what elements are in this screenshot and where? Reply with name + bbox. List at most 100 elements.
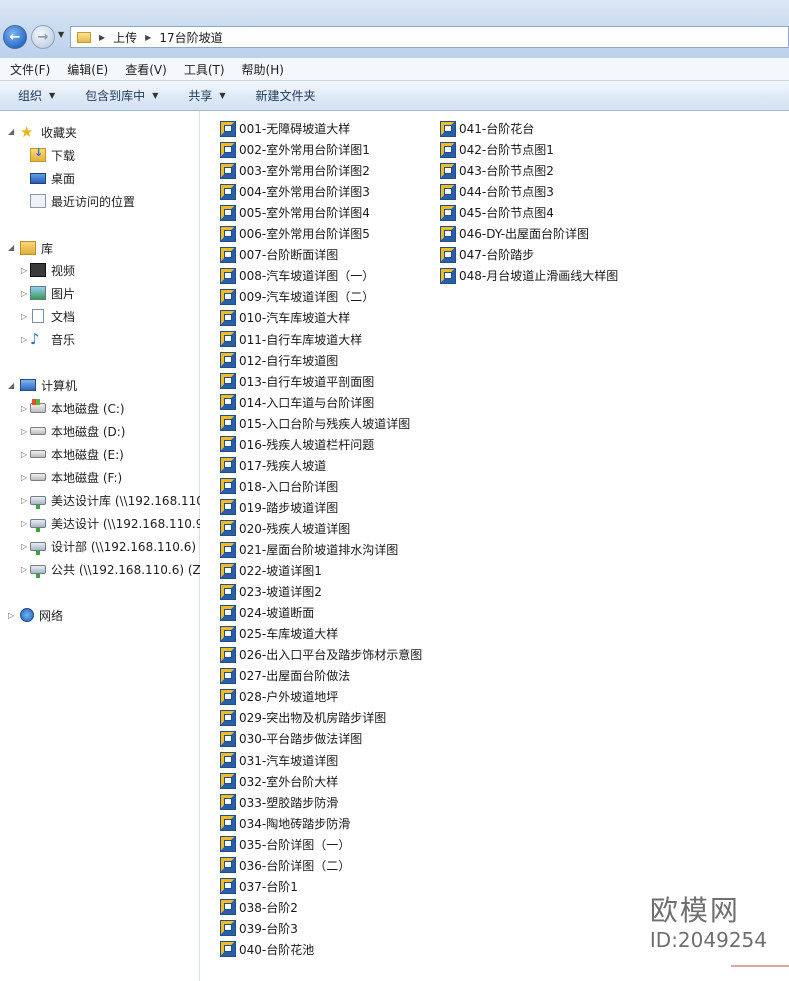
menu-file[interactable]: 文件(F) bbox=[10, 61, 50, 78]
expand-triangle-icon[interactable]: ▷ bbox=[21, 450, 27, 459]
file-item[interactable]: 031-汽车坡道详图 bbox=[220, 750, 338, 771]
share-button[interactable]: 共享 ▼ bbox=[188, 87, 225, 104]
file-item[interactable]: 043-台阶节点图2 bbox=[440, 160, 554, 181]
file-item[interactable]: 027-出屋面台阶做法 bbox=[220, 665, 350, 686]
file-item[interactable]: 046-DY-出屋面台阶详图 bbox=[440, 223, 589, 244]
file-item[interactable]: 012-自行车坡道图 bbox=[220, 350, 338, 371]
new-folder-button[interactable]: 新建文件夹 bbox=[256, 87, 316, 104]
nav-libraries[interactable]: 库 bbox=[20, 238, 53, 258]
file-item[interactable]: 040-台阶花池 bbox=[220, 939, 314, 960]
file-item[interactable]: 036-台阶详图（二） bbox=[220, 855, 350, 876]
file-item[interactable]: 004-室外常用台阶详图3 bbox=[220, 181, 370, 202]
chevron-right-icon[interactable]: ▶ bbox=[99, 33, 105, 42]
nav-drive-f[interactable]: 本地磁盘 (F:) bbox=[30, 467, 122, 487]
file-item[interactable]: 008-汽车坡道详图（一） bbox=[220, 265, 374, 286]
chevron-right-icon[interactable]: ▶ bbox=[145, 33, 151, 42]
file-item[interactable]: 006-室外常用台阶详图5 bbox=[220, 223, 370, 244]
breadcrumb[interactable]: ▶ 上传 ▶ 17台阶坡道 bbox=[70, 26, 789, 48]
file-item[interactable]: 044-台阶节点图3 bbox=[440, 181, 554, 202]
expand-triangle-icon[interactable]: ▷ bbox=[8, 611, 14, 620]
nav-network-drive[interactable]: 美达设计库 (\\192.168.110 bbox=[30, 490, 204, 510]
expand-triangle-icon[interactable]: ▷ bbox=[21, 565, 27, 574]
file-item[interactable]: 009-汽车坡道详图（二） bbox=[220, 286, 374, 307]
nav-drive-d[interactable]: 本地磁盘 (D:) bbox=[30, 421, 125, 441]
file-item[interactable]: 025-车库坡道大样 bbox=[220, 623, 338, 644]
file-item[interactable]: 029-突出物及机房踏步详图 bbox=[220, 707, 386, 728]
menu-tools[interactable]: 工具(T) bbox=[184, 61, 225, 78]
menu-help[interactable]: 帮助(H) bbox=[242, 61, 284, 78]
file-item[interactable]: 030-平台踏步做法详图 bbox=[220, 728, 362, 749]
file-item[interactable]: 019-踏步坡道详图 bbox=[220, 497, 338, 518]
nav-item-videos[interactable]: 视频 bbox=[30, 260, 75, 280]
file-item[interactable]: 042-台阶节点图1 bbox=[440, 139, 554, 160]
include-in-library-button[interactable]: 包含到库中 ▼ bbox=[85, 87, 158, 104]
file-item[interactable]: 010-汽车库坡道大样 bbox=[220, 307, 350, 328]
menu-view[interactable]: 查看(V) bbox=[125, 61, 167, 78]
file-item[interactable]: 001-无障碍坡道大样 bbox=[220, 118, 350, 139]
nav-network-drive[interactable]: 设计部 (\\192.168.110.6) ( bbox=[30, 536, 205, 556]
file-item[interactable]: 014-入口车道与台阶详图 bbox=[220, 392, 374, 413]
file-item[interactable]: 020-残疾人坡道详图 bbox=[220, 518, 350, 539]
expand-triangle-icon[interactable]: ▷ bbox=[21, 335, 27, 344]
collapse-triangle-icon[interactable]: ◢ bbox=[8, 127, 14, 136]
nav-item-desktop[interactable]: 桌面 bbox=[30, 168, 75, 188]
file-item[interactable]: 047-台阶踏步 bbox=[440, 244, 534, 265]
back-button[interactable]: ← bbox=[3, 25, 27, 49]
file-item[interactable]: 015-入口台阶与残疾人坡道详图 bbox=[220, 413, 410, 434]
file-item[interactable]: 003-室外常用台阶详图2 bbox=[220, 160, 370, 181]
file-item[interactable]: 037-台阶1 bbox=[220, 876, 298, 897]
nav-item-recent-places[interactable]: 最近访问的位置 bbox=[30, 191, 135, 211]
organize-button[interactable]: 组织 ▼ bbox=[18, 87, 55, 104]
breadcrumb-item[interactable]: 上传 bbox=[113, 29, 137, 46]
expand-triangle-icon[interactable]: ▷ bbox=[21, 404, 27, 413]
file-item[interactable]: 013-自行车坡道平剖面图 bbox=[220, 371, 374, 392]
collapse-triangle-icon[interactable]: ◢ bbox=[8, 243, 14, 252]
file-item[interactable]: 035-台阶详图（一） bbox=[220, 834, 350, 855]
expand-triangle-icon[interactable]: ▷ bbox=[21, 496, 27, 505]
file-item[interactable]: 048-月台坡道止滑画线大样图 bbox=[440, 265, 618, 286]
file-item[interactable]: 021-屋面台阶坡道排水沟详图 bbox=[220, 539, 398, 560]
nav-network[interactable]: 网络 bbox=[20, 605, 63, 625]
nav-network-drive[interactable]: 美达设计 (\\192.168.110.9) bbox=[30, 513, 208, 533]
nav-computer[interactable]: 计算机 bbox=[20, 375, 77, 395]
file-item[interactable]: 045-台阶节点图4 bbox=[440, 202, 554, 223]
nav-item-documents[interactable]: 文档 bbox=[30, 306, 75, 326]
nav-favorites[interactable]: ★ 收藏夹 bbox=[20, 122, 77, 142]
file-item[interactable]: 007-台阶断面详图 bbox=[220, 244, 338, 265]
expand-triangle-icon[interactable]: ▷ bbox=[21, 542, 27, 551]
nav-item-music[interactable]: ♪ 音乐 bbox=[30, 329, 75, 349]
file-item[interactable]: 028-户外坡道地坪 bbox=[220, 686, 338, 707]
collapse-triangle-icon[interactable]: ◢ bbox=[8, 381, 14, 390]
recent-pages-dropdown-icon[interactable]: ▼ bbox=[58, 30, 64, 39]
expand-triangle-icon[interactable]: ▷ bbox=[21, 312, 27, 321]
file-item[interactable]: 017-残疾人坡道 bbox=[220, 455, 326, 476]
file-item[interactable]: 033-塑胶踏步防滑 bbox=[220, 792, 338, 813]
expand-triangle-icon[interactable]: ▷ bbox=[21, 473, 27, 482]
file-item[interactable]: 041-台阶花台 bbox=[440, 118, 534, 139]
nav-drive-e[interactable]: 本地磁盘 (E:) bbox=[30, 444, 124, 464]
file-item[interactable]: 016-残疾人坡道栏杆问题 bbox=[220, 434, 374, 455]
file-item[interactable]: 034-陶地砖踏步防滑 bbox=[220, 813, 350, 834]
nav-drive-c[interactable]: 本地磁盘 (C:) bbox=[30, 398, 125, 418]
file-item[interactable]: 011-自行车库坡道大样 bbox=[220, 329, 362, 350]
file-item[interactable]: 038-台阶2 bbox=[220, 897, 298, 918]
file-item[interactable]: 032-室外台阶大样 bbox=[220, 771, 338, 792]
expand-triangle-icon[interactable]: ▷ bbox=[21, 519, 27, 528]
file-item[interactable]: 022-坡道详图1 bbox=[220, 560, 322, 581]
file-item[interactable]: 024-坡道断面 bbox=[220, 602, 314, 623]
nav-item-pictures[interactable]: 图片 bbox=[30, 283, 75, 303]
expand-triangle-icon[interactable]: ▷ bbox=[21, 427, 27, 436]
nav-item-downloads[interactable]: 下载 bbox=[30, 145, 75, 165]
breadcrumb-item[interactable]: 17台阶坡道 bbox=[159, 29, 222, 46]
expand-triangle-icon[interactable]: ▷ bbox=[21, 289, 27, 298]
expand-triangle-icon[interactable]: ▷ bbox=[21, 266, 27, 275]
file-item[interactable]: 018-入口台阶详图 bbox=[220, 476, 338, 497]
file-item[interactable]: 005-室外常用台阶详图4 bbox=[220, 202, 370, 223]
file-item[interactable]: 023-坡道详图2 bbox=[220, 581, 322, 602]
nav-network-drive[interactable]: 公共 (\\192.168.110.6) (Z:) bbox=[30, 559, 210, 579]
file-item[interactable]: 039-台阶3 bbox=[220, 918, 298, 939]
file-item[interactable]: 002-室外常用台阶详图1 bbox=[220, 139, 370, 160]
file-item[interactable]: 026-出入口平台及踏步饰材示意图 bbox=[220, 644, 422, 665]
forward-button[interactable]: → bbox=[31, 25, 55, 49]
menu-edit[interactable]: 编辑(E) bbox=[67, 61, 108, 78]
